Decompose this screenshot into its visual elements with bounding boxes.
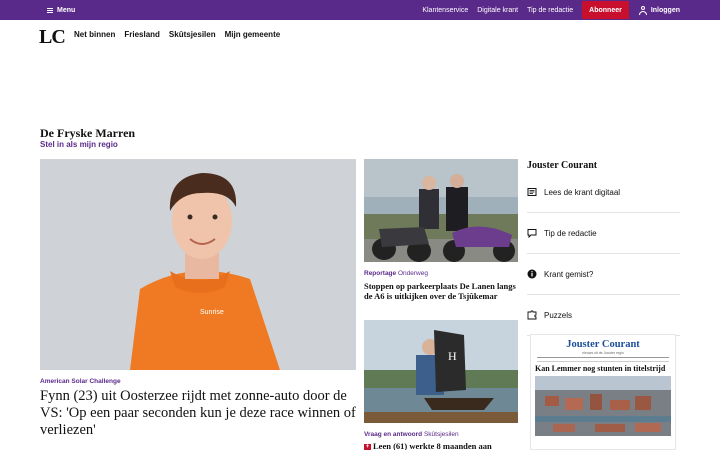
aerial-photo: [535, 376, 671, 436]
top-bar: Menu Klantenservice Digitale krant Tip d…: [0, 0, 720, 20]
user-icon: [638, 6, 647, 15]
article-2-headline[interactable]: + Leen (61) werkte 8 maanden aan: [364, 441, 518, 450]
main-nav: Net binnen Friesland Skûtsjesilen Mijn g…: [74, 30, 280, 39]
lead-headline[interactable]: Fynn (23) uit Oosterzee rijdt met zonne-…: [40, 388, 356, 439]
sidebar-item-label: Puzzels: [544, 310, 573, 320]
menu-button[interactable]: Menu: [47, 0, 75, 20]
sidebar-item-label: Lees de krant digitaal: [544, 187, 621, 197]
shirt-text: Sunrise: [200, 309, 224, 316]
menu-label: Menu: [57, 6, 76, 14]
hamburger-icon: [47, 7, 53, 13]
article-2-category: Vraag en antwoord: [364, 431, 423, 438]
login-label: Inloggen: [650, 6, 680, 14]
paper-divider: [537, 357, 669, 362]
digital-paper-preview[interactable]: Jouster Courant nieuws uit de Jouster re…: [530, 334, 676, 450]
login-button[interactable]: Inloggen: [638, 6, 680, 15]
newspaper-icon: [527, 188, 537, 196]
article-2-kicker[interactable]: Vraag en antwoord Skûtsjesilen: [364, 431, 459, 438]
info-icon: [527, 269, 537, 279]
sidebar-title: Jouster Courant: [527, 160, 598, 171]
paper-masthead: Jouster Courant: [566, 339, 640, 350]
svg-text:H: H: [448, 349, 457, 363]
subscribe-button[interactable]: Abonneer: [582, 1, 629, 19]
article-2-headline-text: Leen (61) werkte 8 maanden aan: [373, 441, 492, 450]
digitale-krant-link[interactable]: Digitale krant: [477, 7, 518, 14]
article-1-headline[interactable]: Stoppen op parkeerplaats De Lanen langs …: [364, 281, 518, 301]
article-image-motorcyclists[interactable]: [364, 159, 518, 262]
top-links: Klantenservice Digitale krant Tip de red…: [413, 0, 680, 20]
article-2-subcategory: Skûtsjesilen: [423, 431, 459, 438]
sidebar-item-missed-paper[interactable]: Krant gemist?: [527, 254, 680, 295]
sidebar-item-digital-paper[interactable]: Lees de krant digitaal: [527, 172, 680, 213]
region-title: De Fryske Marren: [40, 126, 136, 140]
boat-model-photo: H: [364, 320, 518, 423]
article-1-kicker[interactable]: Reportage Onderweg: [364, 270, 428, 277]
lead-article-image[interactable]: Sunrise: [40, 159, 356, 370]
article-1-category: Reportage: [364, 270, 397, 277]
sidebar-list: Lees de krant digitaal Tip de redactie K…: [527, 172, 680, 336]
klantenservice-link[interactable]: Klantenservice: [422, 7, 468, 14]
article-1-subcategory: Onderweg: [397, 270, 428, 277]
sidebar-item-label: Krant gemist?: [544, 269, 594, 279]
nav-friesland[interactable]: Friesland: [124, 30, 160, 39]
sidebar-item-label: Tip de redactie: [544, 228, 597, 238]
paper-subline: nieuws uit de Jouster regio: [582, 351, 624, 355]
paper-front-photo: [535, 376, 671, 436]
set-region-link[interactable]: Stel in als mijn regio: [40, 140, 118, 149]
tip-de-redactie-link[interactable]: Tip de redactie: [527, 7, 573, 14]
nav-net-binnen[interactable]: Net binnen: [74, 30, 115, 39]
article-image-boat-model[interactable]: H: [364, 320, 518, 423]
portrait-photo: Sunrise: [40, 159, 356, 370]
paper-headline: Kan Lemmer nog stunten in titelstrijd: [535, 364, 666, 373]
motorcyclists-photo: [364, 159, 518, 262]
puzzle-icon: [527, 310, 537, 320]
chat-icon: [527, 229, 537, 238]
sidebar-item-tip[interactable]: Tip de redactie: [527, 213, 680, 254]
lead-kicker[interactable]: American Solar Challenge: [40, 378, 121, 385]
sidebar-item-puzzles[interactable]: Puzzels: [527, 295, 680, 336]
plus-badge: +: [364, 444, 371, 450]
site-logo[interactable]: LC: [39, 26, 66, 49]
nav-skutsjesilen[interactable]: Skûtsjesilen: [169, 30, 216, 39]
nav-mijn-gemeente[interactable]: Mijn gemeente: [225, 30, 281, 39]
